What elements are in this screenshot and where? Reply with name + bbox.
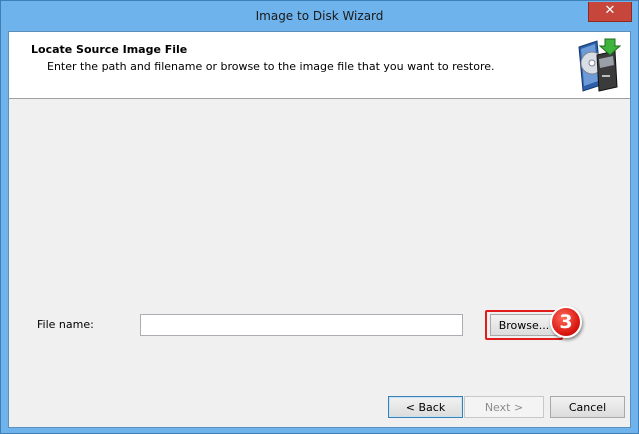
step-number-badge: 3 xyxy=(550,306,582,338)
page-title: Locate Source Image File xyxy=(31,43,188,56)
wizard-client: Locate Source Image File Enter the path … xyxy=(8,31,631,428)
back-button[interactable]: < Back xyxy=(388,396,463,418)
window-title: Image to Disk Wizard xyxy=(255,9,384,23)
disk-image-restore-icon xyxy=(578,38,622,92)
wizard-header: Locate Source Image File Enter the path … xyxy=(9,32,630,99)
file-name-label: File name: xyxy=(37,318,94,331)
close-icon: ✕ xyxy=(604,3,616,18)
cancel-button[interactable]: Cancel xyxy=(550,396,625,418)
browse-button[interactable]: Browse... xyxy=(490,314,558,336)
wizard-window: Image to Disk Wizard ✕ Locate Source Ima… xyxy=(0,0,639,434)
title-bar[interactable]: Image to Disk Wizard ✕ xyxy=(1,1,638,31)
file-name-input[interactable] xyxy=(140,314,463,336)
close-button[interactable]: ✕ xyxy=(588,2,632,22)
page-description: Enter the path and filename or browse to… xyxy=(47,60,495,73)
next-button[interactable]: Next > xyxy=(464,396,544,418)
